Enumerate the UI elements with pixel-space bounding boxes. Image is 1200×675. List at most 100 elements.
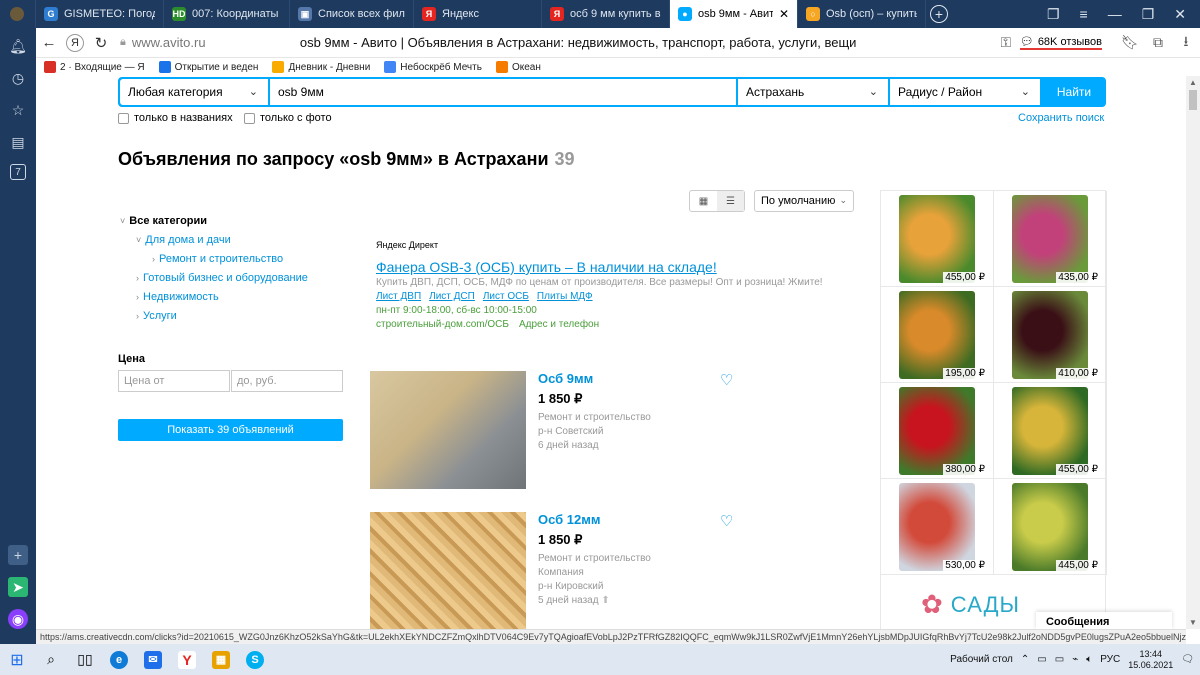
show-results-button[interactable]: Показать 39 объявлений [118, 419, 343, 441]
windows-start-icon[interactable]: ⊞ [0, 644, 34, 675]
ad-sitelink[interactable]: Лист ОСБ [483, 290, 529, 304]
ad-contacts-link[interactable]: Адрес и телефон [519, 318, 599, 332]
skype-icon[interactable]: S [238, 644, 272, 675]
listing-photo[interactable] [370, 371, 526, 489]
seven-icon[interactable]: 7 [10, 164, 26, 180]
scrollbar-thumb[interactable] [1189, 90, 1197, 110]
save-search-link[interactable]: Сохранить поиск [1018, 112, 1104, 124]
sady-banner[interactable]: ✿ САДЫ [921, 589, 1020, 620]
favorite-heart-icon[interactable]: ♡ [720, 512, 733, 530]
reviews-badge[interactable]: 💬︎ 68K отзывов [1019, 35, 1102, 50]
add-panel-icon[interactable]: + [8, 545, 28, 565]
browser-tab[interactable]: ● osb 9мм - Авито | С ✕ [670, 0, 798, 28]
ad-sitelink[interactable]: Плиты МДФ [537, 290, 593, 304]
sort-select[interactable]: По умолчанию ⌄ [754, 190, 854, 212]
browser-tab[interactable]: ○ Osb (осп) – купить в А [798, 0, 926, 28]
product-card[interactable]: 380,00 ₽ [881, 383, 994, 479]
clock[interactable]: 13:44 15.06.2021 [1128, 649, 1173, 671]
yandex-browser-icon[interactable]: Y [170, 644, 204, 675]
scroll-up-icon[interactable]: ▲ [1189, 78, 1197, 87]
product-card[interactable]: 410,00 ₽ [994, 287, 1107, 383]
product-image[interactable] [899, 483, 975, 571]
listing-title[interactable]: Осб 12мм [538, 512, 601, 527]
product-image[interactable] [1012, 291, 1088, 379]
scroll-down-icon[interactable]: ▼ [1189, 618, 1197, 627]
product-card[interactable]: 455,00 ₽ [994, 383, 1107, 479]
product-card[interactable]: 530,00 ₽ [881, 479, 994, 575]
browser-tab[interactable]: ▣ Список всех фильмов [290, 0, 414, 28]
product-image[interactable] [899, 291, 975, 379]
listing-item[interactable]: Осб 12мм 1 850 ₽ Ремонт и строительство … [370, 512, 870, 629]
product-image[interactable] [1012, 387, 1088, 475]
collections-icon[interactable]: ▤ [8, 132, 28, 152]
volume-icon[interactable]: 🔈︎ [1086, 654, 1092, 665]
protect-icon[interactable]: ⚿ [992, 34, 1020, 51]
ad-title[interactable]: Фанера OSB-3 (ОСБ) купить – В наличии на… [376, 260, 826, 274]
product-image[interactable] [1012, 195, 1088, 283]
history-icon[interactable]: ◷ [8, 68, 28, 88]
product-image[interactable] [899, 195, 975, 283]
find-button[interactable]: Найти [1042, 77, 1106, 107]
product-card[interactable]: 195,00 ₽ [881, 287, 994, 383]
tabs-overview-icon[interactable]: ❐ [1047, 6, 1060, 23]
product-card[interactable]: 455,00 ₽ [881, 191, 994, 287]
close-tab-icon[interactable]: ✕ [779, 7, 789, 21]
camera-icon[interactable]: ▭ [1037, 654, 1046, 665]
yandex-icon[interactable]: Я [66, 33, 84, 52]
bookmark-item[interactable]: Океан [495, 61, 541, 73]
only-titles-checkbox[interactable]: только в названиях [118, 112, 233, 124]
category-item[interactable]: › Недвижимость [118, 288, 308, 307]
ad-sitelink[interactable]: Лист ДВП [376, 290, 421, 304]
favorites-icon[interactable]: ☆ [8, 100, 28, 120]
close-window-icon[interactable]: ✕ [1174, 6, 1186, 23]
product-card[interactable]: 445,00 ₽ [994, 479, 1107, 575]
browser-tab[interactable]: G GISMETEO: Погода в А [36, 0, 164, 28]
download-icon[interactable]: ⭳ [1172, 31, 1200, 55]
listing-item[interactable]: Осб 9мм 1 850 ₽ Ремонт и строительство р… [370, 371, 870, 489]
search-icon[interactable]: ⌕ [34, 644, 68, 675]
url-text[interactable]: www.avito.ru [132, 35, 232, 50]
price-from-input[interactable]: Цена от [118, 370, 230, 392]
reload-icon[interactable]: ↻ [88, 34, 114, 52]
category-item[interactable]: ˅ Все категории [118, 212, 308, 231]
listing-photo[interactable] [370, 512, 526, 629]
bookmark-icon[interactable]: 🔖︎ [1116, 34, 1144, 51]
bookmark-item[interactable]: 2 · Входящие — Я [44, 61, 145, 73]
ad-site-link[interactable]: строительный-дом.com/ОСБ [376, 318, 509, 332]
desktop-label[interactable]: Рабочий стол [950, 654, 1013, 665]
alice-icon[interactable]: ◉ [8, 609, 28, 629]
bookmark-item[interactable]: Открытие и веден [158, 61, 258, 73]
favorite-heart-icon[interactable]: ♡ [720, 371, 733, 389]
browser-tab[interactable]: Яосб 9 мм купить в астр [542, 0, 670, 28]
calculator-icon[interactable]: ▦ [204, 644, 238, 675]
product-image[interactable] [1012, 483, 1088, 571]
battery-icon[interactable]: ▭ [1055, 654, 1064, 665]
product-image[interactable] [899, 387, 975, 475]
notification-center-icon[interactable]: 🗨︎ [1181, 654, 1194, 665]
network-icon[interactable]: ⌁ [1072, 654, 1078, 665]
category-select[interactable]: Любая категория ⌄ [120, 79, 268, 105]
page-scrollbar[interactable]: ▲ ▼ [1186, 76, 1200, 629]
listing-title[interactable]: Осб 9мм [538, 371, 593, 386]
edge-icon[interactable]: e [102, 644, 136, 675]
bookmark-item[interactable]: Небоскрёб Мечть [384, 61, 482, 73]
new-tab-button[interactable]: + [930, 5, 948, 23]
radius-select[interactable]: Радиус / Район ⌄ [890, 79, 1040, 105]
extensions-icon[interactable]: ⧉ [1144, 34, 1172, 51]
category-item[interactable]: ˅ Для дома и дачи [118, 231, 308, 250]
back-icon[interactable]: ← [36, 34, 62, 51]
notifications-icon[interactable]: 🔔︎ [8, 36, 28, 56]
category-item[interactable]: › Готовый бизнес и оборудование [118, 269, 308, 288]
menu-icon[interactable]: ≡ [1080, 6, 1088, 22]
address-page-title[interactable]: osb 9мм - Авито | Объявления в Астрахани… [300, 35, 992, 50]
only-photo-checkbox[interactable]: только с фото [244, 112, 332, 124]
bookmark-item[interactable]: Дневник - Дневни [272, 61, 370, 73]
maximize-icon[interactable]: ❐ [1142, 6, 1155, 23]
send-icon[interactable]: ➤ [8, 577, 28, 597]
minimize-icon[interactable]: — [1108, 6, 1122, 22]
browser-tab[interactable]: Я Яндекс [414, 0, 542, 28]
category-item[interactable]: › Услуги [118, 307, 308, 326]
product-card[interactable]: 435,00 ₽ [994, 191, 1107, 287]
grid-view-icon[interactable]: ▦ [690, 191, 717, 211]
category-item[interactable]: › Ремонт и строительство [118, 250, 308, 269]
